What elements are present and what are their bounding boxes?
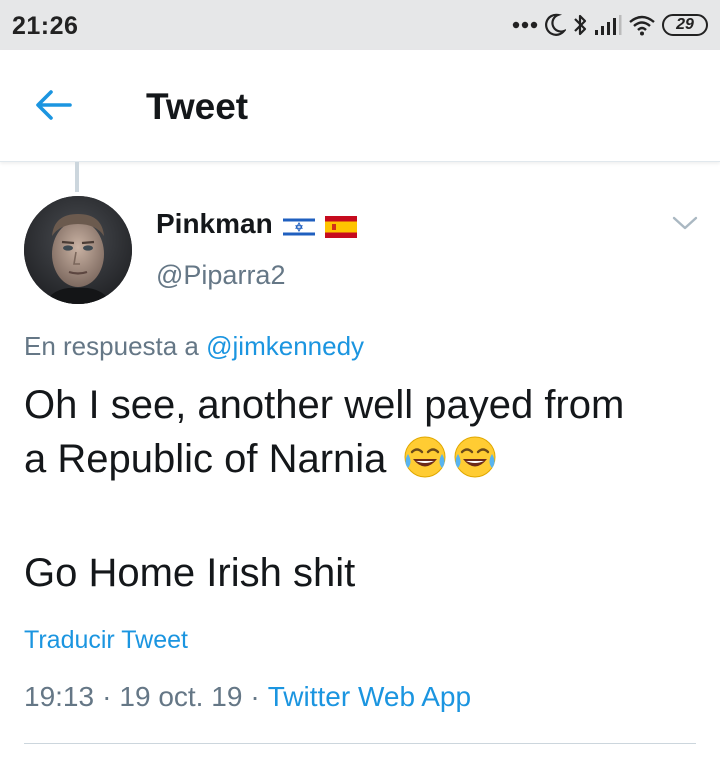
tweet-date: 19 oct. 19 — [119, 681, 243, 712]
tweet-text: Oh I see, another well payed from a Repu… — [24, 378, 704, 486]
page-title: Tweet — [146, 86, 249, 127]
reply-context: En respuesta a @jimkennedy — [24, 331, 364, 362]
spain-flag-icon — [324, 213, 357, 238]
battery-icon: 29 — [662, 14, 708, 36]
tweet-text-segment: a Republic of Narnia — [24, 437, 387, 481]
display-name[interactable]: Pinkman — [156, 208, 357, 240]
source-app-link[interactable]: Twitter Web App — [268, 681, 471, 713]
arrow-left-icon — [34, 88, 72, 127]
meta-separator: · — [250, 681, 260, 712]
avatar[interactable] — [24, 196, 132, 304]
meta-separator: · — [102, 681, 112, 712]
divider — [24, 743, 696, 744]
bluetooth-icon — [572, 12, 588, 38]
thread-line — [75, 162, 79, 192]
more-dots-icon — [512, 21, 538, 29]
reply-prefix: En respuesta a — [24, 331, 199, 361]
app-header: Tweet — [0, 50, 720, 162]
tweet-time: 19:13 — [24, 681, 95, 712]
avatar-image — [24, 196, 132, 304]
username[interactable]: @Piparra2 — [156, 260, 285, 291]
tweet-options-button[interactable] — [670, 214, 700, 236]
signal-icon — [594, 14, 622, 36]
back-button[interactable] — [28, 84, 78, 130]
tweet-text-line: a Republic of Narnia — [24, 432, 704, 486]
wifi-icon — [628, 14, 656, 36]
face-with-tears-of-joy-icon — [402, 434, 448, 480]
face-with-tears-of-joy-icon — [452, 434, 498, 480]
chevron-down-icon — [672, 215, 698, 236]
tweet-text-line: Go Home Irish shit — [24, 551, 356, 595]
reply-to-link[interactable]: @jimkennedy — [206, 331, 364, 361]
status-bar: 21:26 29 — [0, 0, 720, 50]
moon-icon — [544, 13, 566, 37]
status-time: 21:26 — [12, 12, 79, 40]
tweet-text-line: Oh I see, another well payed from — [24, 383, 625, 427]
display-name-text: Pinkman — [156, 208, 273, 239]
tweet-meta: 19:13 · 19 oct. 19 · Twitter Web App — [24, 681, 471, 713]
status-icons: 29 — [512, 10, 708, 40]
israel-flag-icon — [282, 213, 315, 238]
translate-tweet-link[interactable]: Traducir Tweet — [24, 626, 188, 655]
